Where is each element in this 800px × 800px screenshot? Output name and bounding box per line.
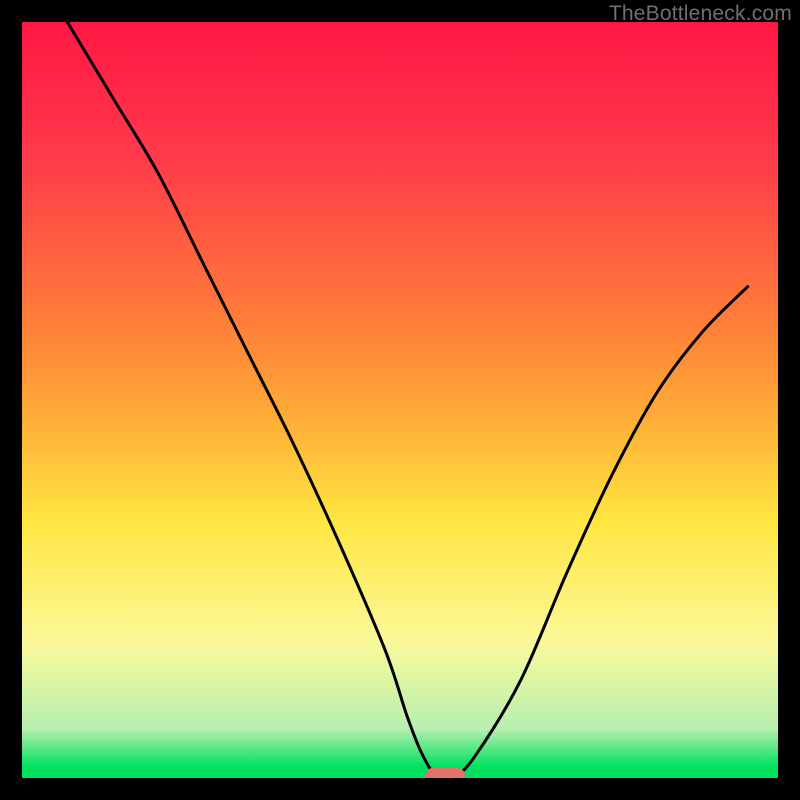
watermark-text: TheBottleneck.com — [609, 2, 792, 26]
optimal-point-marker — [426, 768, 465, 785]
bottleneck-chart — [0, 0, 800, 800]
chart-frame: TheBottleneck.com — [0, 0, 800, 800]
